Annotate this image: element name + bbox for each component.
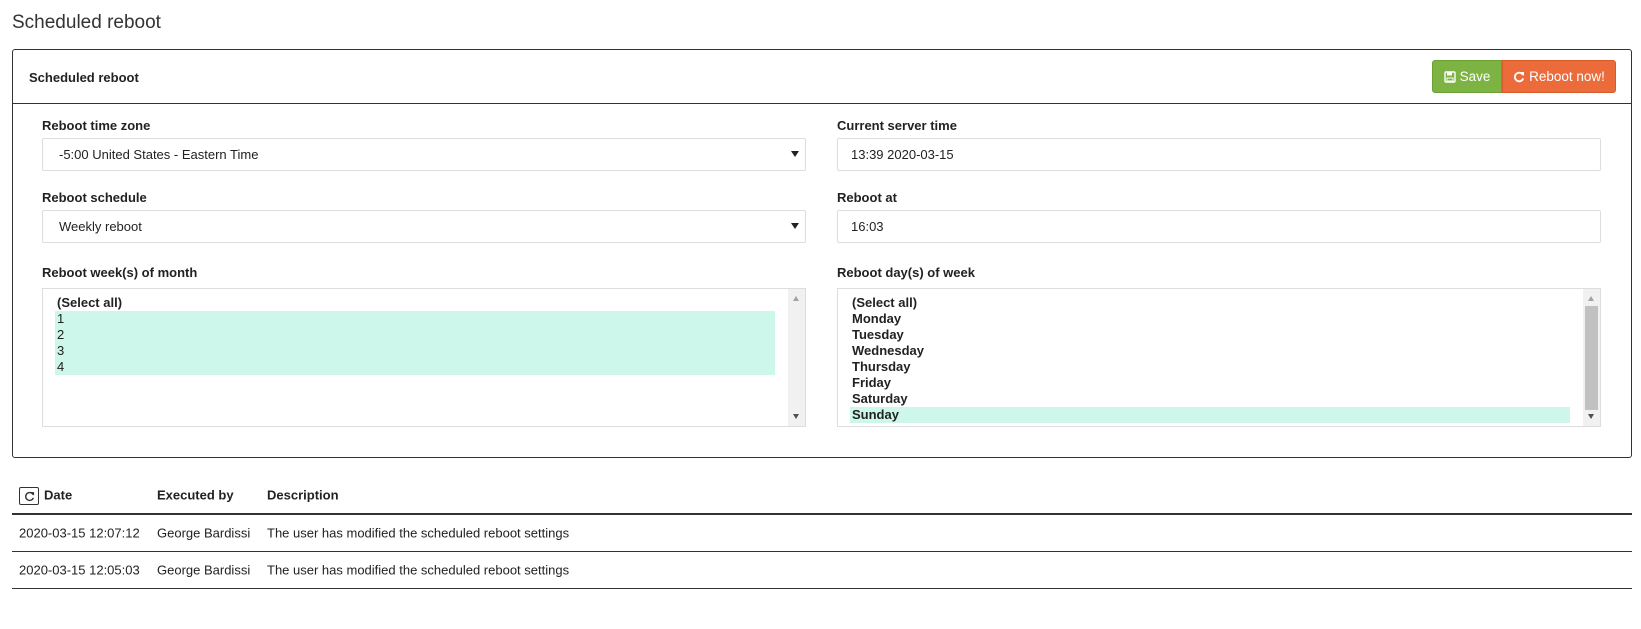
list-item[interactable]: 3	[55, 343, 775, 359]
reboot-at-input[interactable]: 16:03	[837, 210, 1601, 243]
reboot-at-label: Reboot at	[837, 190, 897, 205]
panel-heading: Scheduled reboot	[29, 70, 139, 85]
column-description[interactable]: Description	[267, 488, 339, 503]
days-scrollbar[interactable]	[1583, 289, 1600, 426]
reboot-now-button[interactable]: Reboot now!	[1502, 60, 1616, 93]
refresh-icon	[1514, 71, 1525, 82]
action-buttons: Save Reboot now!	[1432, 60, 1616, 93]
list-item[interactable]: Thursday	[850, 359, 1570, 375]
refresh-button[interactable]	[19, 487, 39, 505]
row-date: 2020-03-15 12:07:12	[19, 525, 140, 541]
list-item[interactable]: Wednesday	[850, 343, 1570, 359]
days-label: Reboot day(s) of week	[837, 265, 975, 280]
save-button[interactable]: Save	[1432, 60, 1502, 93]
timezone-label: Reboot time zone	[42, 118, 151, 133]
list-item[interactable]: Sunday	[850, 407, 1570, 423]
scrollbar-thumb[interactable]	[1585, 306, 1598, 410]
list-item[interactable]: 4	[55, 359, 775, 375]
reboot-at-value: 16:03	[851, 219, 884, 234]
row-date: 2020-03-15 12:05:03	[19, 562, 140, 578]
chevron-down-icon	[791, 151, 799, 157]
list-item[interactable]: Tuesday	[850, 327, 1570, 343]
list-item[interactable]: 1	[55, 311, 775, 327]
list-item[interactable]: (Select all)	[850, 295, 1570, 311]
list-item[interactable]: Saturday	[850, 391, 1570, 407]
scroll-up-icon[interactable]	[1588, 296, 1594, 301]
floppy-disk-icon	[1443, 70, 1456, 83]
row-description: The user has modified the scheduled rebo…	[267, 562, 570, 578]
table-row: 2020-03-15 12:07:12 George Bardissi The …	[12, 515, 1632, 552]
weeks-listbox[interactable]: (Select all) 1 2 3 4	[42, 288, 806, 427]
schedule-value: Weekly reboot	[59, 219, 142, 234]
scheduled-reboot-panel: Scheduled reboot Save Reboot now! Reboot…	[12, 49, 1632, 458]
schedule-select[interactable]: Weekly reboot	[42, 210, 806, 243]
schedule-label: Reboot schedule	[42, 190, 147, 205]
activity-log-table: Date Executed by Description 2020-03-15 …	[12, 478, 1632, 589]
weeks-list: (Select all) 1 2 3 4	[55, 295, 775, 375]
scroll-down-icon[interactable]	[1588, 414, 1594, 419]
scroll-up-icon[interactable]	[793, 296, 799, 301]
days-listbox[interactable]: (Select all) Monday Tuesday Wednesday Thursd…	[837, 288, 1601, 427]
refresh-icon	[24, 491, 34, 501]
save-label: Save	[1459, 69, 1491, 84]
reboot-now-label: Reboot now!	[1529, 69, 1605, 84]
column-executed-by[interactable]: Executed by	[157, 488, 234, 503]
timezone-value: -5:00 United States - Eastern Time	[59, 147, 259, 162]
chevron-down-icon	[791, 223, 799, 229]
list-item[interactable]: Monday	[850, 311, 1570, 327]
server-time-value: 13:39 2020-03-15	[851, 147, 954, 162]
weeks-label: Reboot week(s) of month	[42, 265, 198, 280]
days-list: (Select all) Monday Tuesday Wednesday Thursd…	[850, 295, 1570, 423]
panel-header: Scheduled reboot Save Reboot now!	[13, 50, 1631, 104]
list-item[interactable]: 2	[55, 327, 775, 343]
page-title: Scheduled reboot	[12, 12, 161, 33]
column-date[interactable]: Date	[44, 488, 72, 503]
scroll-down-icon[interactable]	[793, 414, 799, 419]
timezone-select[interactable]: -5:00 United States - Eastern Time	[42, 138, 806, 171]
table-header: Date Executed by Description	[12, 478, 1632, 515]
table-row: 2020-03-15 12:05:03 George Bardissi The …	[12, 552, 1632, 589]
list-item[interactable]: Friday	[850, 375, 1570, 391]
row-user: George Bardissi	[157, 562, 251, 578]
row-description: The user has modified the scheduled rebo…	[267, 525, 570, 541]
list-item[interactable]: (Select all)	[55, 295, 775, 311]
server-time-label: Current server time	[837, 118, 957, 133]
weeks-scrollbar[interactable]	[788, 289, 805, 426]
server-time-field: 13:39 2020-03-15	[837, 138, 1601, 171]
row-user: George Bardissi	[157, 525, 251, 541]
